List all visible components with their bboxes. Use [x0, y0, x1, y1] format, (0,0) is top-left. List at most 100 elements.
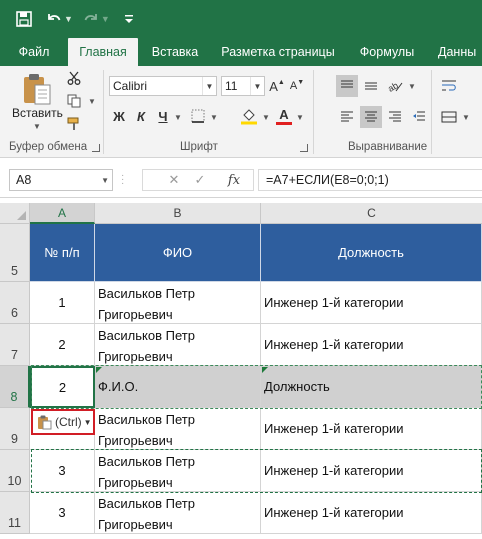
underline-dropdown-icon[interactable]: ▼ — [174, 113, 182, 122]
chevron-down-icon[interactable]: ▼ — [202, 77, 216, 95]
name-box-value: A8 — [16, 173, 32, 187]
cancel-icon[interactable]: ✕ — [160, 169, 188, 191]
ribbon-tabs: Файл Главная Вставка Разметка страницы Ф… — [0, 38, 482, 66]
tab-page-layout[interactable]: Разметка страницы — [212, 38, 344, 66]
cell-position[interactable]: Инженер 1-й категории — [261, 450, 482, 492]
font-name-select[interactable]: Calibri ▼ — [109, 76, 217, 96]
cell-fio[interactable]: Васильков Петр Григорьевич — [95, 324, 261, 366]
enter-icon[interactable]: ✓ — [186, 169, 214, 191]
worksheet-grid: A B C 5 № п/п ФИО Должность 6 1 Василько… — [0, 198, 482, 539]
resize-handle-icon[interactable]: · · · — [121, 171, 127, 189]
column-header-a[interactable]: A — [30, 203, 95, 224]
group-divider — [431, 70, 432, 154]
column-header-c[interactable]: C — [261, 203, 482, 224]
row-header-11[interactable]: 11 — [0, 492, 30, 534]
paste-icon[interactable] — [12, 70, 62, 108]
header-cell-fio[interactable]: ФИО — [95, 224, 261, 282]
font-color-icon[interactable]: А — [274, 104, 294, 128]
font-size-value: 11 — [225, 79, 238, 93]
align-top-icon[interactable] — [336, 75, 358, 97]
cut-icon[interactable] — [64, 68, 84, 88]
column-header-b[interactable]: B — [95, 203, 261, 224]
group-divider — [313, 70, 314, 154]
select-all-corner[interactable] — [0, 203, 30, 224]
borders-dropdown-icon[interactable]: ▼ — [210, 113, 218, 122]
format-painter-icon[interactable] — [64, 114, 84, 134]
orientation-icon[interactable]: ab — [384, 75, 406, 97]
tab-file[interactable]: Файл — [0, 38, 68, 66]
save-icon[interactable] — [10, 5, 38, 33]
active-cell-a8[interactable]: 2 — [30, 366, 95, 408]
cell-position[interactable]: Инженер 1-й категории — [261, 282, 482, 324]
chevron-down-icon[interactable]: ▼ — [250, 77, 264, 95]
borders-icon[interactable] — [188, 106, 208, 126]
bold-button[interactable]: Ж — [110, 106, 128, 126]
align-center-icon[interactable] — [360, 106, 382, 128]
alignment-group-label: Выравнивание — [348, 141, 428, 153]
font-color-swatch — [276, 122, 292, 125]
paste-dropdown-icon[interactable]: ▼ — [33, 122, 41, 131]
font-name-value: Calibri — [113, 79, 148, 93]
svg-text:ab: ab — [387, 80, 400, 93]
undo-icon[interactable]: ▼ — [46, 5, 73, 33]
row-header-8[interactable]: 8 — [0, 366, 30, 408]
merge-dropdown-icon[interactable]: ▼ — [462, 113, 470, 122]
font-color-dropdown-icon[interactable]: ▼ — [296, 113, 304, 122]
formula-input[interactable]: =A7+ЕСЛИ(E8=0;0;1) — [258, 169, 482, 191]
paste-options-button[interactable]: (Ctrl) ▼ — [31, 409, 95, 435]
orientation-dropdown-icon[interactable]: ▼ — [408, 82, 416, 91]
cell-fio[interactable]: Ф.И.О. — [95, 366, 261, 408]
decrease-indent-icon[interactable] — [408, 106, 430, 128]
align-right-icon[interactable] — [384, 106, 406, 128]
cell-position[interactable]: Инженер 1-й категории — [261, 492, 482, 534]
tab-data[interactable]: Данны — [430, 38, 482, 66]
font-launcher-icon[interactable] — [300, 144, 308, 152]
name-box[interactable]: A8 ▼ — [9, 169, 113, 191]
fill-color-icon[interactable] — [238, 104, 260, 128]
copy-dropdown-icon[interactable]: ▼ — [88, 97, 96, 106]
fill-color-dropdown-icon[interactable]: ▼ — [262, 113, 270, 122]
row-header-10[interactable]: 10 — [0, 450, 30, 492]
row-header-9[interactable]: 9 — [0, 408, 30, 450]
tab-home[interactable]: Главная — [68, 38, 138, 66]
wrap-text-icon[interactable] — [438, 75, 460, 97]
align-left-icon[interactable] — [336, 106, 358, 128]
undo-dropdown-icon[interactable]: ▼ — [64, 14, 73, 24]
row-header-7[interactable]: 7 — [0, 324, 30, 366]
cell-position[interactable]: Должность — [261, 366, 482, 408]
cell-position[interactable]: Инженер 1-й категории — [261, 408, 482, 450]
quick-access-toolbar: ▼ ▼ — [0, 0, 482, 38]
merge-center-icon[interactable] — [438, 106, 460, 128]
header-cell-num[interactable]: № п/п — [30, 224, 95, 282]
font-size-select[interactable]: 11 ▼ — [221, 76, 265, 96]
italic-button[interactable]: К — [132, 106, 150, 126]
cell-num[interactable]: 1 — [30, 282, 95, 324]
customize-qat-icon[interactable] — [124, 5, 134, 33]
header-cell-position[interactable]: Должность — [261, 224, 482, 282]
cell-num[interactable]: 2 — [30, 324, 95, 366]
cell-position[interactable]: Инженер 1-й категории — [261, 324, 482, 366]
cell-num[interactable]: 3 — [30, 492, 95, 534]
cell-fio[interactable]: Васильков Петр Григорьевич — [95, 282, 261, 324]
redo-icon[interactable]: ▼ — [83, 5, 110, 33]
row-header-5[interactable]: 5 — [0, 224, 30, 282]
cell-fio[interactable]: Васильков Петр Григорьевич — [95, 408, 261, 450]
copy-icon[interactable] — [64, 91, 84, 111]
clipboard-group-label: Буфер обмена — [9, 141, 88, 153]
chevron-down-icon[interactable]: ▼ — [101, 176, 109, 185]
cell-num[interactable]: 3 — [30, 450, 95, 492]
cell-fio[interactable]: Васильков Петр Григорьевич — [95, 492, 261, 534]
redo-dropdown-icon[interactable]: ▼ — [101, 14, 110, 24]
cell-fio[interactable]: Васильков Петр Григорьевич — [95, 450, 261, 492]
decrease-font-icon[interactable]: A ▼ — [288, 76, 306, 96]
row-header-6[interactable]: 6 — [0, 282, 30, 324]
insert-function-icon[interactable]: fx — [220, 169, 248, 191]
error-indicator-icon — [262, 367, 268, 373]
paste-button-label[interactable]: Вставить — [12, 106, 63, 120]
increase-font-icon[interactable]: A ▲ — [268, 76, 286, 96]
tab-formulas[interactable]: Формулы — [344, 38, 430, 66]
underline-button[interactable]: Ч — [154, 106, 172, 126]
tab-insert[interactable]: Вставка — [138, 38, 212, 66]
clipboard-launcher-icon[interactable] — [92, 144, 100, 152]
align-middle-icon[interactable] — [360, 75, 382, 97]
